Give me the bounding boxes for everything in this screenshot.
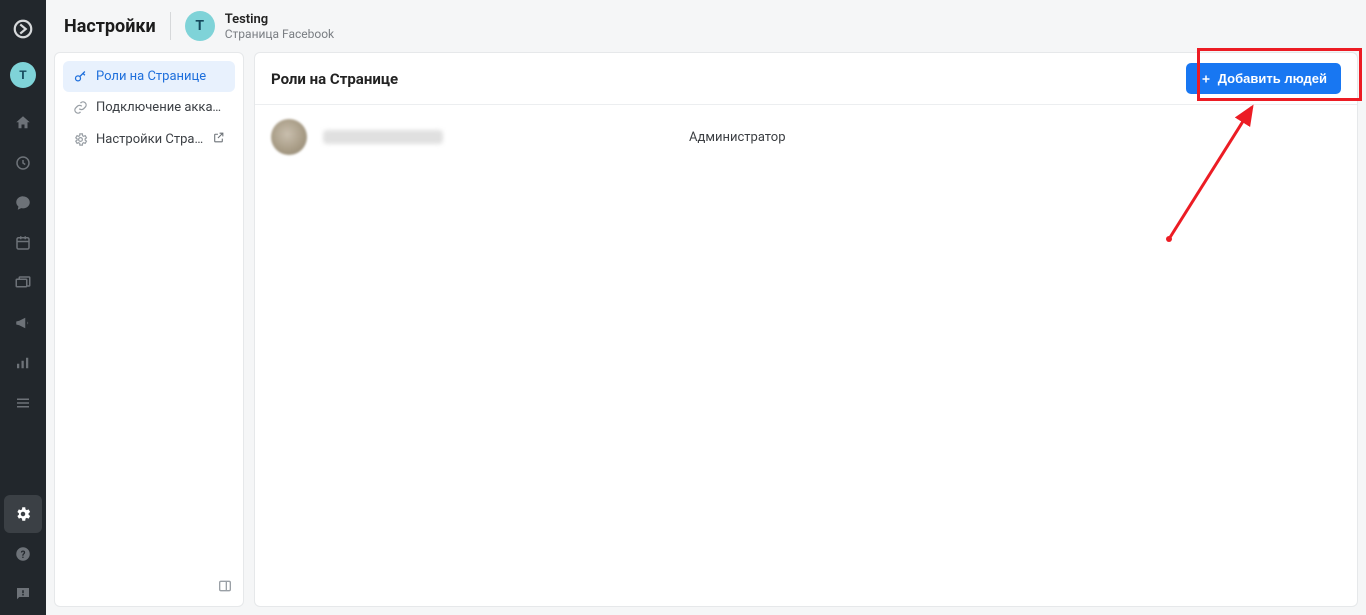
nav-chat-icon[interactable] bbox=[4, 184, 42, 222]
key-icon bbox=[73, 69, 88, 84]
sidebar-item-label: Роли на Странице bbox=[96, 69, 225, 84]
content-area: Роли на Странице Подключение аккаунт... … bbox=[46, 52, 1366, 615]
gear-icon bbox=[73, 132, 88, 147]
left-nav-rail: T ? bbox=[0, 0, 46, 615]
external-link-icon bbox=[212, 131, 225, 148]
page-subtitle: Страница Facebook bbox=[225, 27, 334, 41]
sidebar-item-page-roles[interactable]: Роли на Странице bbox=[63, 61, 235, 92]
sidebar-item-label: Подключение аккаунт... bbox=[96, 100, 225, 115]
svg-text:?: ? bbox=[21, 550, 26, 561]
roles-panel: Роли на Странице Добавить людей bbox=[254, 52, 1358, 607]
page-meta: Testing Страница Facebook bbox=[225, 12, 334, 41]
page-title: Настройки bbox=[64, 16, 156, 37]
add-people-button-label: Добавить людей bbox=[1218, 71, 1327, 86]
settings-sidebar: Роли на Странице Подключение аккаунт... … bbox=[54, 52, 244, 607]
page-avatar: T bbox=[185, 11, 215, 41]
add-people-button[interactable]: Добавить людей bbox=[1186, 63, 1341, 94]
nav-megaphone-icon[interactable] bbox=[4, 304, 42, 342]
nav-feedback-icon[interactable] bbox=[4, 575, 42, 613]
app-logo-icon[interactable] bbox=[4, 10, 42, 48]
nav-analytics-icon[interactable] bbox=[4, 344, 42, 382]
member-role: Администратор bbox=[689, 130, 786, 145]
plus-icon bbox=[1200, 73, 1212, 85]
collapse-sidebar-icon[interactable] bbox=[217, 578, 233, 598]
member-avatar bbox=[271, 119, 307, 155]
panel-title: Роли на Странице bbox=[271, 70, 398, 88]
nav-settings-icon[interactable] bbox=[4, 495, 42, 533]
page-avatar-initial: T bbox=[195, 18, 204, 34]
nav-cards-icon[interactable] bbox=[4, 264, 42, 302]
member-row[interactable]: Администратор bbox=[255, 105, 1357, 169]
nav-help-icon[interactable]: ? bbox=[4, 535, 42, 573]
nav-calendar-icon[interactable] bbox=[4, 224, 42, 262]
page-selector[interactable]: T Testing Страница Facebook bbox=[185, 11, 334, 41]
nav-clock-icon[interactable] bbox=[4, 144, 42, 182]
workspace-avatar-initial: T bbox=[19, 68, 26, 82]
nav-home-icon[interactable] bbox=[4, 104, 42, 142]
top-bar: Настройки T Testing Страница Facebook bbox=[46, 0, 1366, 52]
workspace-avatar[interactable]: T bbox=[10, 62, 36, 88]
sidebar-item-page-settings[interactable]: Настройки Страни... bbox=[63, 123, 235, 156]
page-name: Testing bbox=[225, 12, 334, 27]
link-icon bbox=[73, 100, 88, 115]
nav-list-icon[interactable] bbox=[4, 384, 42, 422]
member-name-blurred bbox=[323, 130, 443, 144]
main-region: Настройки T Testing Страница Facebook Ро… bbox=[46, 0, 1366, 615]
sidebar-item-connect-account[interactable]: Подключение аккаунт... bbox=[63, 92, 235, 123]
topbar-divider bbox=[170, 12, 171, 40]
sidebar-item-label: Настройки Страни... bbox=[96, 132, 204, 147]
panel-header: Роли на Странице Добавить людей bbox=[255, 53, 1357, 105]
